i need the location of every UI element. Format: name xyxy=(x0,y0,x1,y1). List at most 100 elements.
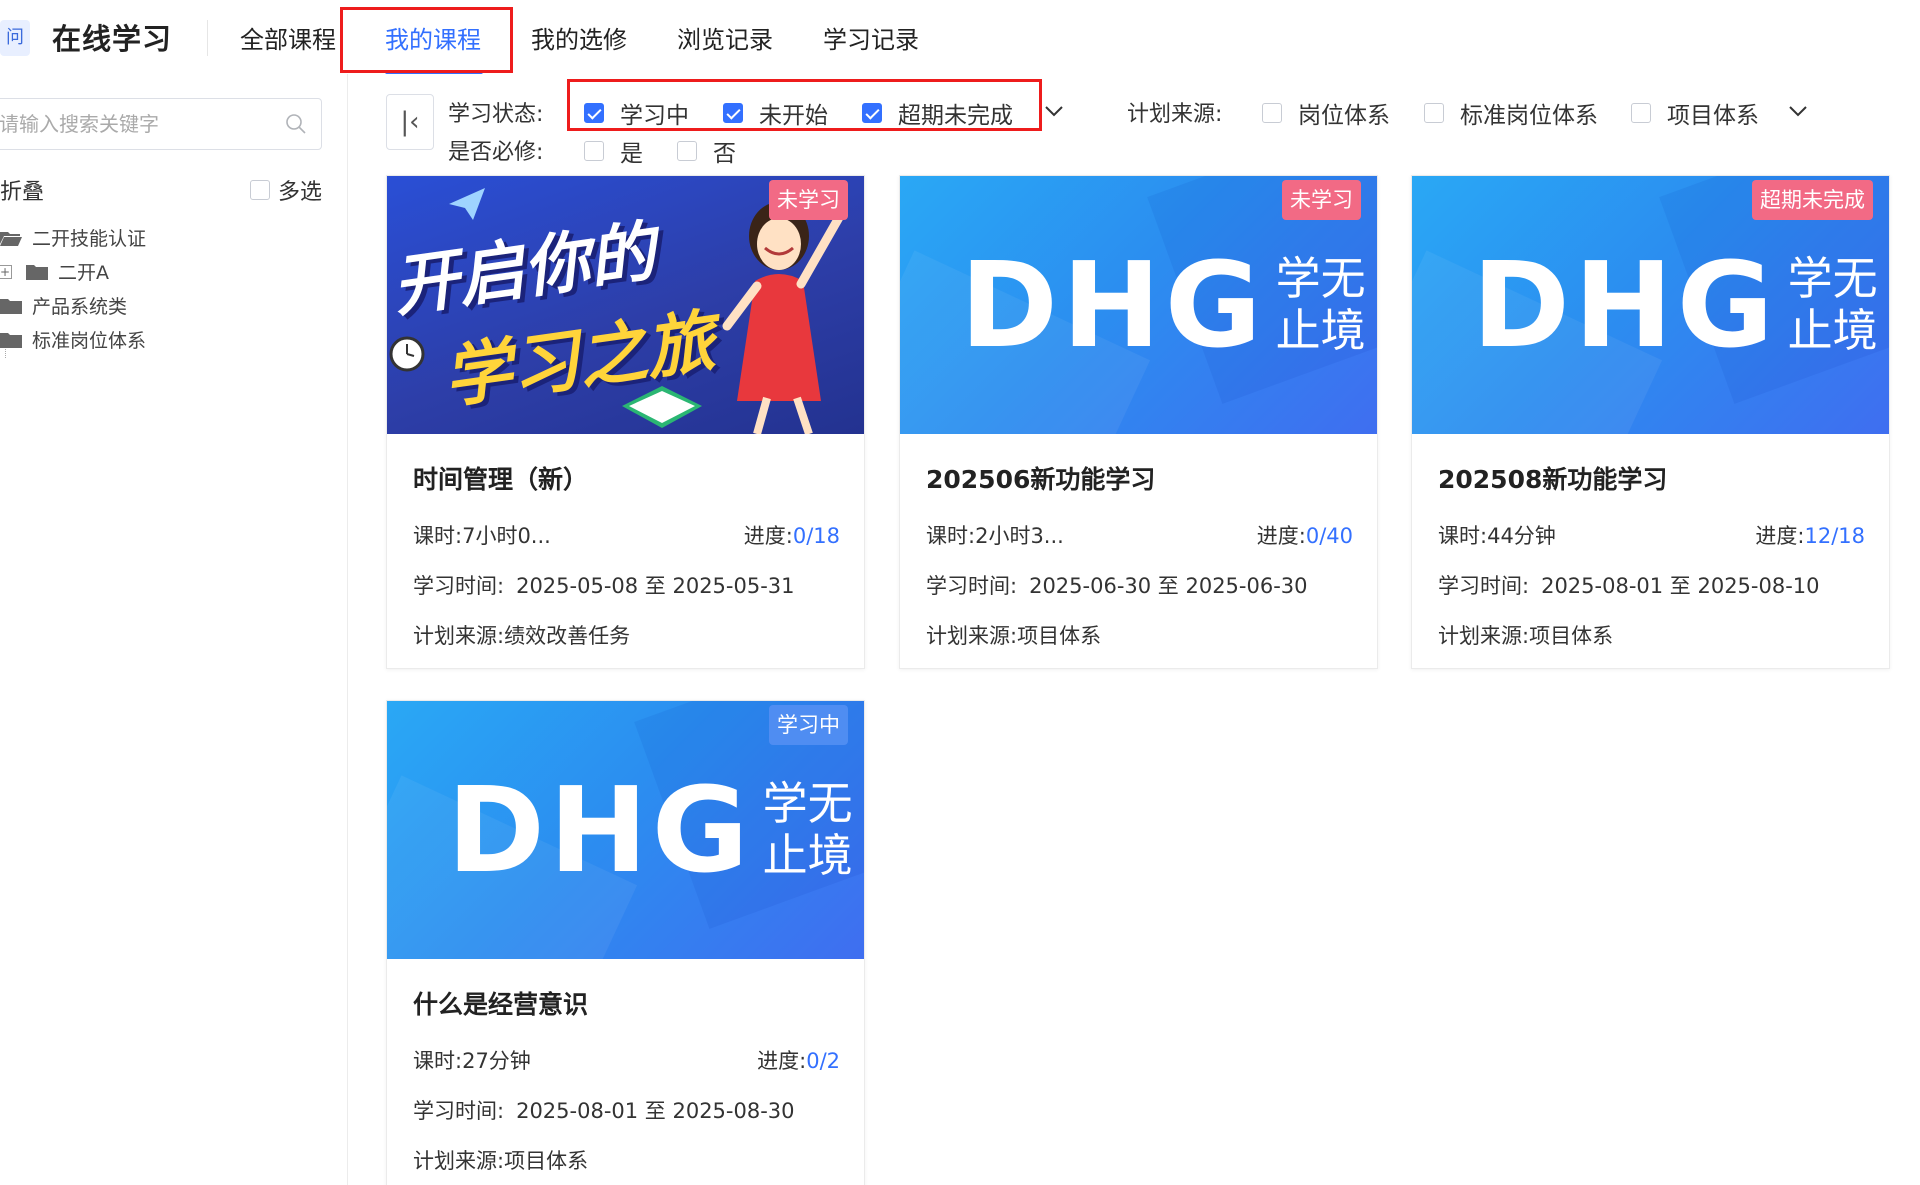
plan-source-label: 计划来源: xyxy=(413,624,505,648)
tree-node-product-system[interactable]: 产品系统类 xyxy=(0,292,127,319)
status-option-learning[interactable]: 学习中 xyxy=(584,96,689,130)
checkbox[interactable] xyxy=(1424,103,1444,123)
course-card[interactable]: DHG 学无 止境 学习中 什么是经营意识 课时:27分钟 进度:0/2 学习时间… xyxy=(386,700,865,1185)
course-title[interactable]: 202506新功能学习 xyxy=(926,460,1353,496)
plan-source-label: 计划来源: xyxy=(413,1149,505,1173)
checkbox-checked[interactable] xyxy=(584,103,604,123)
folder-icon xyxy=(0,332,22,348)
required-option-yes[interactable]: 是 xyxy=(584,134,643,168)
multi-select-checkbox[interactable] xyxy=(250,180,270,200)
option-label: 是 xyxy=(620,141,643,167)
folder-icon xyxy=(0,298,22,314)
collapse-sidebar-button[interactable]: |‹ xyxy=(386,94,434,150)
clock-icon xyxy=(389,336,425,372)
required-option-no[interactable]: 否 xyxy=(677,134,736,168)
tree-node-standard-post[interactable]: 标准岗位体系 xyxy=(0,326,146,353)
status-option-not-started[interactable]: 未开始 xyxy=(723,96,828,130)
course-cover-image[interactable]: DHG 学无 止境 未学习 xyxy=(900,176,1377,434)
girl-illustration xyxy=(722,202,846,434)
hours-label: 课时: xyxy=(413,524,463,548)
slogan-line: 学无 xyxy=(762,777,853,830)
option-label: 学习中 xyxy=(620,103,689,129)
study-time-value: 2025-08-01 至 2025-08-30 xyxy=(516,1099,795,1123)
tree-node-erkai-a[interactable]: 二开A xyxy=(26,258,109,285)
tab-all-courses[interactable]: 全部课程 xyxy=(240,20,336,55)
hours-progress-row: 课时:2小时3... 进度:0/40 xyxy=(926,522,1353,550)
course-title[interactable]: 什么是经营意识 xyxy=(413,985,840,1021)
progress-label: 进度: xyxy=(1256,524,1306,548)
multi-select-toggle[interactable]: 多选 xyxy=(250,174,322,206)
search-input[interactable] xyxy=(0,99,263,149)
progress-label: 进度: xyxy=(1755,524,1805,548)
course-card[interactable]: DHG 学无 止境 未学习 202506新功能学习 课时:2小时3... 进度:0… xyxy=(899,175,1378,669)
tab-my-electives[interactable]: 我的选修 xyxy=(531,20,627,55)
checkbox[interactable] xyxy=(1631,103,1651,123)
sidebar: 折叠 多选 二开技能认证 + 二开A 产品系统类 标准岗位体系 xyxy=(0,74,348,1185)
folder-open-icon xyxy=(0,231,22,246)
plan-source-value: 项目体系 xyxy=(504,1149,589,1173)
hours-field: 课时:2小时3... xyxy=(926,522,1064,550)
expand-icon[interactable]: + xyxy=(0,265,12,279)
course-title[interactable]: 时间管理（新） xyxy=(413,460,840,496)
plan-source-row: 计划来源: 项目体系 xyxy=(926,622,1353,650)
hours-value: 27分钟 xyxy=(462,1049,531,1073)
card-body: 什么是经营意识 课时:27分钟 进度:0/2 学习时间: 2025-08-01 至… xyxy=(387,959,864,1185)
checkbox[interactable] xyxy=(584,141,604,161)
study-time-label: 学习时间: xyxy=(1438,574,1530,598)
search-icon[interactable] xyxy=(285,113,307,135)
source-filter-label: 计划来源: xyxy=(1127,102,1223,127)
multi-select-label: 多选 xyxy=(278,180,323,205)
card-body: 202506新功能学习 课时:2小时3... 进度:0/40 学习时间: 2025… xyxy=(900,434,1377,668)
chevron-down-icon[interactable] xyxy=(1043,100,1065,122)
search-box xyxy=(0,98,322,150)
plan-source-label: 计划来源: xyxy=(926,624,1018,648)
tab-browse-history[interactable]: 浏览记录 xyxy=(677,20,773,55)
plan-source-value: 项目体系 xyxy=(1529,624,1614,648)
dhg-slogan: 学无 止境 xyxy=(763,778,853,882)
course-cover-image[interactable]: 开启你的 学习之旅 未学习 xyxy=(387,176,864,434)
course-card[interactable]: DHG 学无 止境 超期未完成 202508新功能学习 课时:44分钟 进度:12… xyxy=(1411,175,1890,669)
collapse-toggle[interactable]: 折叠 xyxy=(0,174,44,206)
plan-source-value: 项目体系 xyxy=(1017,624,1102,648)
folder-icon xyxy=(26,264,48,280)
tab-study-records[interactable]: 学习记录 xyxy=(823,20,919,55)
progress-value: 0/2 xyxy=(806,1049,840,1073)
status-badge: 未学习 xyxy=(1282,180,1361,220)
course-cover-image[interactable]: DHG 学无 止境 超期未完成 xyxy=(1412,176,1889,434)
course-title[interactable]: 202508新功能学习 xyxy=(1438,460,1865,496)
plan-source-row: 计划来源: 项目体系 xyxy=(413,1147,840,1175)
option-label: 岗位体系 xyxy=(1298,103,1390,129)
option-label: 标准岗位体系 xyxy=(1460,103,1598,129)
study-time-row: 学习时间: 2025-08-01 至 2025-08-30 xyxy=(413,1097,840,1125)
study-time-label: 学习时间: xyxy=(926,574,1018,598)
course-card[interactable]: 开启你的 学习之旅 未学习 时间管理（新） 课时:7小时0... 进度:0/18… xyxy=(386,175,865,669)
progress-value: 12/18 xyxy=(1804,524,1865,548)
plan-source-label: 计划来源: xyxy=(1438,624,1530,648)
tree-node-skills-cert[interactable]: 二开技能认证 xyxy=(0,224,146,251)
checkbox-checked[interactable] xyxy=(723,103,743,123)
slogan-line: 学无 xyxy=(1275,252,1366,305)
paper-plane-icon xyxy=(449,188,485,220)
plan-source-row: 计划来源: 绩效改善任务 xyxy=(413,622,840,650)
study-time-value: 2025-08-01 至 2025-08-10 xyxy=(1541,574,1820,598)
book-icon xyxy=(622,386,702,428)
checkbox[interactable] xyxy=(677,141,697,161)
source-option-post[interactable]: 岗位体系 xyxy=(1262,96,1390,130)
source-option-project[interactable]: 项目体系 xyxy=(1631,96,1759,130)
source-option-standard-post[interactable]: 标准岗位体系 xyxy=(1424,96,1598,130)
card-body: 202508新功能学习 课时:44分钟 进度:12/18 学习时间: 2025-0… xyxy=(1412,434,1889,668)
slogan-line: 学无 xyxy=(1787,252,1878,305)
checkbox[interactable] xyxy=(1262,103,1282,123)
status-option-overdue[interactable]: 超期未完成 xyxy=(862,96,1013,130)
tab-my-courses[interactable]: 我的课程 xyxy=(385,20,481,55)
hours-progress-row: 课时:27分钟 进度:0/2 xyxy=(413,1047,840,1075)
course-cover-image[interactable]: DHG 学无 止境 学习中 xyxy=(387,701,864,959)
checkbox-checked[interactable] xyxy=(862,103,882,123)
progress-field: 进度:12/18 xyxy=(1755,522,1865,550)
chevron-down-icon[interactable] xyxy=(1787,100,1809,122)
progress-label: 进度: xyxy=(757,1049,807,1073)
dhg-letters: DHG xyxy=(960,236,1266,374)
hours-label: 课时: xyxy=(413,1049,463,1073)
nav-divider xyxy=(207,20,208,56)
study-time-row: 学习时间: 2025-06-30 至 2025-06-30 xyxy=(926,572,1353,600)
